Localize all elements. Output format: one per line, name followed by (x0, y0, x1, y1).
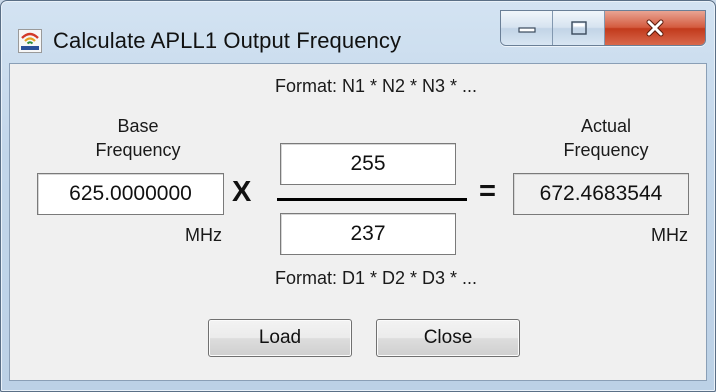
close-window-button[interactable] (605, 11, 705, 45)
base-frequency-unit: MHz (185, 225, 222, 245)
denominator-input[interactable] (280, 213, 456, 255)
maximize-button[interactable] (553, 11, 605, 45)
actual-frequency-output[interactable] (513, 173, 689, 215)
window-title: Calculate APLL1 Output Frequency (53, 28, 402, 53)
base-frequency-label-line1: Base (117, 116, 159, 136)
close-icon (646, 19, 664, 37)
app-icon (18, 29, 42, 53)
dialog-body: Base Frequency MHz X Format: N1 * N2 * N… (9, 63, 707, 381)
load-button[interactable]: Load (208, 319, 352, 357)
actual-frequency-unit: MHz (651, 225, 688, 245)
actual-frequency-label-line1: Actual (580, 116, 632, 136)
base-frequency-input[interactable] (37, 173, 224, 215)
minimize-button[interactable] (501, 11, 553, 45)
numerator-input[interactable] (280, 143, 456, 185)
equals-symbol: = (479, 175, 496, 207)
multiply-symbol: X (232, 176, 252, 208)
actual-frequency-label-line2: Frequency (563, 140, 649, 160)
minimize-icon (517, 27, 536, 33)
title-bar[interactable]: Calculate APLL1 Output Frequency (1, 1, 715, 63)
numerator-format-hint: Format: N1 * N2 * N3 * ... (274, 76, 478, 96)
close-button[interactable]: Close (376, 319, 520, 357)
dialog-window: Calculate APLL1 Output Frequency Base Fr… (0, 0, 716, 392)
window-controls (500, 10, 706, 46)
denominator-format-hint: Format: D1 * D2 * D3 * ... (274, 268, 478, 288)
fraction-line (277, 198, 467, 201)
base-frequency-label-line2: Frequency (95, 140, 181, 160)
maximize-icon (570, 21, 587, 35)
